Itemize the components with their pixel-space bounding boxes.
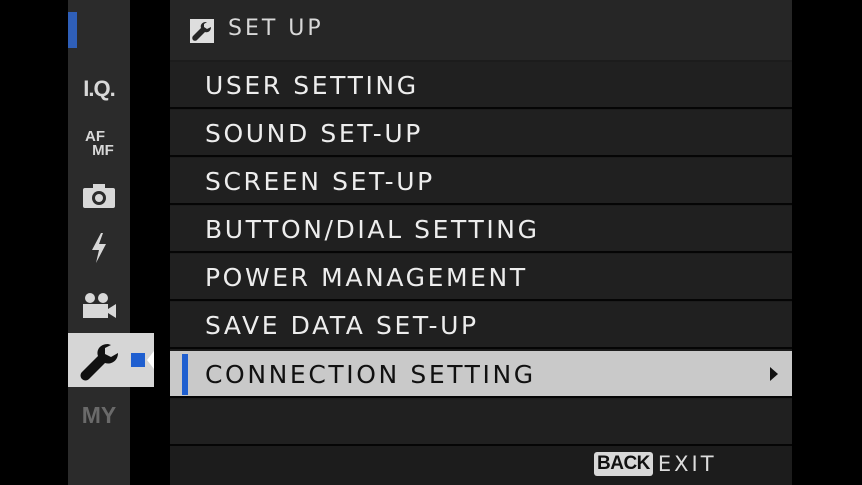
menu-item-screen-setup[interactable]: SCREEN SET-UP xyxy=(170,158,792,205)
menu-item-label: CONNECTION SETTING xyxy=(205,360,536,389)
back-button-icon[interactable]: BACK xyxy=(594,452,653,476)
flash-icon xyxy=(92,233,106,263)
selection-indicator xyxy=(182,354,188,395)
menu-item-label: USER SETTING xyxy=(205,71,419,100)
tab-image-quality-label: I.Q. xyxy=(83,76,115,101)
tab-mf-label: MF xyxy=(92,142,114,159)
chevron-right-icon xyxy=(770,367,778,381)
wrench-icon xyxy=(80,344,118,381)
active-tab-marker xyxy=(131,353,145,367)
tab-shooting[interactable] xyxy=(68,180,130,212)
menu-item-button-dial-setting[interactable]: BUTTON/DIAL SETTING xyxy=(170,206,792,253)
active-tab-arrow-icon xyxy=(147,351,154,369)
movie-camera-icon xyxy=(83,293,116,318)
menu-item-label: POWER MANAGEMENT xyxy=(205,263,528,292)
tab-my-menu-label: MY xyxy=(81,401,117,428)
menu-item-power-management[interactable]: POWER MANAGEMENT xyxy=(170,254,792,301)
menu-item-label: SCREEN SET-UP xyxy=(205,167,435,196)
tab-my-menu[interactable]: MY xyxy=(68,398,130,432)
footer-hint: BACK EXIT xyxy=(594,452,717,476)
menu-item-connection-setting[interactable]: CONNECTION SETTING xyxy=(170,351,792,398)
tab-image-quality[interactable]: I.Q. xyxy=(68,72,130,106)
tab-flash[interactable] xyxy=(68,230,130,266)
exit-label: EXIT xyxy=(657,452,717,476)
tab-af-mf[interactable]: AF MF xyxy=(68,122,130,166)
camera-icon xyxy=(83,184,115,208)
menu-item-label: SAVE DATA SET-UP xyxy=(205,311,479,340)
page-indicator xyxy=(68,12,77,48)
tab-movie[interactable] xyxy=(68,288,130,324)
menu-item-label: SOUND SET-UP xyxy=(205,119,423,148)
menu-item-sound-setup[interactable]: SOUND SET-UP xyxy=(170,110,792,157)
wrench-icon xyxy=(190,19,214,43)
menu-header: SET UP xyxy=(170,0,792,60)
menu-item-save-data-setup[interactable]: SAVE DATA SET-UP xyxy=(170,302,792,349)
menu-item-empty xyxy=(170,399,792,446)
tab-setup[interactable] xyxy=(68,333,154,387)
page-title: SET UP xyxy=(228,16,324,41)
menu-item-user-setting[interactable]: USER SETTING xyxy=(170,62,792,109)
menu-item-label: BUTTON/DIAL SETTING xyxy=(205,215,540,244)
